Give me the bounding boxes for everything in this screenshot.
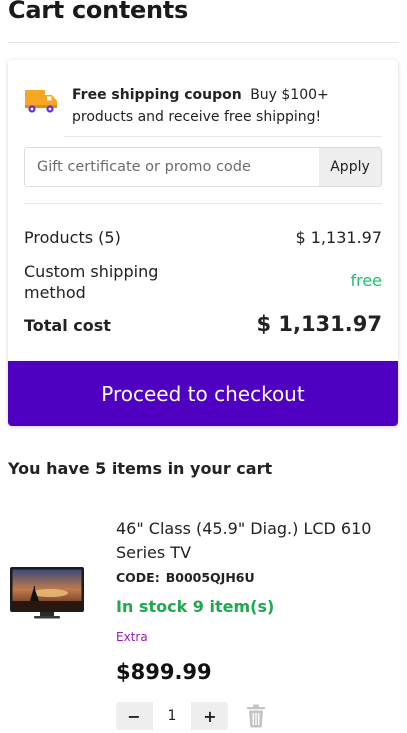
product-code: CODE: B0005QJH6U	[116, 570, 255, 585]
promo-divider	[24, 203, 382, 204]
total-cost-value: $ 1,131.97	[256, 312, 382, 336]
product-price: $899.99	[116, 660, 212, 684]
coupon-text: Free shipping coupon Buy $100+ products …	[72, 84, 382, 128]
decrease-quantity-button[interactable]: −	[116, 702, 152, 730]
products-subtotal-value: $ 1,131.97	[295, 228, 382, 247]
increase-quantity-button[interactable]: +	[192, 702, 228, 730]
shipping-cost-value: free	[350, 271, 382, 290]
products-subtotal-label: Products (5)	[24, 228, 121, 247]
page-title: Cart contents	[8, 0, 188, 24]
product-code-label: CODE:	[116, 570, 160, 585]
promo-code-input[interactable]	[25, 148, 319, 186]
stock-status: In stock 9 item(s)	[116, 597, 275, 616]
title-divider	[8, 42, 399, 43]
product-image[interactable]	[10, 567, 84, 619]
trash-icon[interactable]	[246, 704, 266, 728]
product-name-link[interactable]: 46" Class (45.9" Diag.) LCD 610 Series T…	[116, 517, 396, 565]
cart-summary-card: Free shipping coupon Buy $100+ products …	[8, 60, 398, 426]
coupon-divider	[64, 136, 382, 137]
shipping-method-label: Custom shipping method	[24, 262, 159, 302]
apply-promo-button[interactable]: Apply	[319, 148, 381, 186]
proceed-to-checkout-button[interactable]: Proceed to checkout	[8, 361, 398, 426]
quantity-stepper: − +	[116, 702, 228, 730]
promo-code-form: Apply	[24, 147, 382, 187]
delivery-truck-icon	[25, 90, 57, 113]
total-cost-label: Total cost	[24, 316, 111, 335]
product-extra-label: Extra	[116, 630, 148, 644]
product-code-value: B0005QJH6U	[165, 570, 255, 585]
quantity-input[interactable]	[153, 702, 191, 730]
cart-items-heading: You have 5 items in your cart	[8, 459, 273, 478]
coupon-title: Free shipping coupon	[72, 87, 242, 103]
